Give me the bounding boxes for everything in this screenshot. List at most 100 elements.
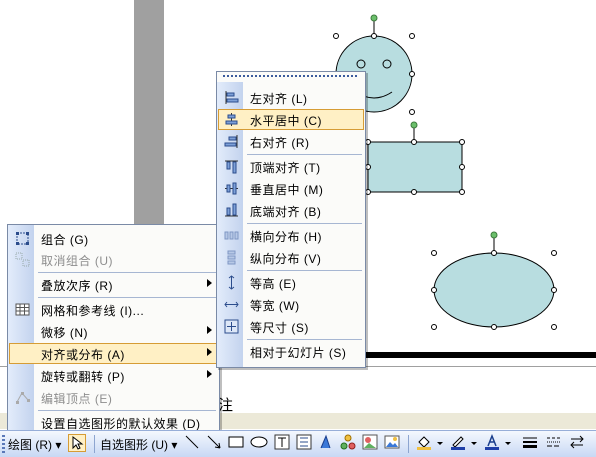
edit-points-icon: [15, 390, 30, 405]
menu-item-align-bottom[interactable]: 底端对齐 (B): [218, 200, 364, 221]
menu-item-nudge[interactable]: 微移 (N): [9, 321, 218, 342]
menu-item-label: 等宽 (W): [250, 299, 300, 313]
same-width-icon: [224, 297, 239, 312]
font-color-button[interactable]: [484, 433, 502, 452]
menu-item-distribute-horizontal[interactable]: 横向分布 (H): [218, 225, 364, 246]
wordart-button[interactable]: [318, 434, 336, 452]
fill-color-dropdown-icon[interactable]: [437, 442, 443, 445]
menu-item-label: 微移 (N): [41, 326, 88, 340]
menu-drag-grip[interactable]: [223, 75, 359, 77]
submenu-arrow-icon: [207, 279, 212, 287]
dash-style-icon: [547, 437, 561, 447]
draw-menu-button[interactable]: 绘图 (R) ▾: [8, 436, 61, 453]
wordart-icon: [320, 434, 331, 449]
diagram-button[interactable]: [340, 434, 358, 452]
select-objects-button[interactable]: [68, 434, 86, 452]
align-bottom-icon: [224, 203, 239, 218]
vertical-textbox-icon: [296, 434, 312, 450]
paint-bucket-icon: [417, 436, 431, 450]
menu-item-order[interactable]: 叠放次序 (R): [9, 274, 218, 295]
font-color-dropdown-icon[interactable]: [505, 442, 511, 445]
menu-item-label: 水平居中 (C): [250, 114, 322, 128]
menu-item-align-top[interactable]: 顶端对齐 (T): [218, 156, 364, 177]
line-style-icon: [523, 437, 537, 448]
menu-item-label: 顶端对齐 (T): [250, 161, 321, 175]
toolbar-separator: [94, 435, 95, 453]
menu-item-edit-points[interactable]: 编辑顶点 (E): [9, 387, 218, 408]
menu-item-same-width[interactable]: 等宽 (W): [218, 294, 364, 315]
menu-item-label: 底端对齐 (B): [250, 205, 322, 219]
arrow-tool-button[interactable]: [206, 434, 224, 452]
menu-item-label: 相对于幻灯片 (S): [250, 346, 347, 360]
pen-icon: [451, 436, 465, 450]
menu-item-align-middle[interactable]: 垂直居中 (M): [218, 178, 364, 199]
group-icon: [15, 231, 30, 246]
menu-item-label: 横向分布 (H): [250, 230, 322, 244]
menu-item-label: 取消组合 (U): [41, 254, 113, 268]
menu-item-rotate-flip[interactable]: 旋转或翻转 (P): [9, 365, 218, 386]
menu-item-align-center[interactable]: 水平居中 (C): [218, 109, 364, 130]
menu-item-same-height[interactable]: 等高 (E): [218, 272, 364, 293]
menu-item-distribute-vertical[interactable]: 纵向分布 (V): [218, 247, 364, 268]
menu-item-label: 叠放次序 (R): [41, 279, 113, 293]
grid-icon: [15, 302, 30, 317]
align-center-icon: [224, 112, 239, 127]
arrow-style-icon: [570, 435, 584, 449]
distribute-horizontal-icon: [224, 228, 239, 243]
vertical-textbox-button[interactable]: [296, 434, 314, 452]
menu-separator: [38, 297, 216, 298]
menu-item-label: 右对齐 (R): [250, 136, 310, 150]
picture-icon: [384, 435, 400, 449]
fill-color-button[interactable]: [416, 434, 434, 452]
align-top-icon: [224, 159, 239, 174]
insert-picture-button[interactable]: [384, 434, 402, 452]
line-color-button[interactable]: [450, 434, 468, 452]
submenu-arrow-icon: [207, 348, 212, 356]
menu-item-align-left[interactable]: 左对齐 (L): [218, 87, 364, 108]
same-height-icon: [224, 275, 239, 290]
arrow-icon: [207, 435, 221, 449]
arrow-style-button[interactable]: [570, 434, 588, 452]
menu-item-align-right[interactable]: 右对齐 (R): [218, 131, 364, 152]
line-icon: [185, 435, 199, 449]
menu-separator: [247, 223, 362, 224]
oval-icon: [250, 436, 268, 448]
cursor-arrow-icon: [72, 435, 84, 450]
draw-menu: 组合 (G) 取消组合 (U) 叠放次序 (R) 网格和参考线 (I)... 微…: [7, 224, 220, 436]
line-style-button[interactable]: [522, 434, 540, 452]
menu-item-label: 左对齐 (L): [250, 92, 308, 106]
menu-item-group[interactable]: 组合 (G): [9, 228, 218, 249]
clipart-icon: [362, 434, 378, 450]
textbox-tool-button[interactable]: [274, 434, 292, 452]
line-color-dropdown-icon[interactable]: [471, 442, 477, 445]
align-left-icon: [224, 90, 239, 105]
oval-tool-button[interactable]: [250, 434, 268, 452]
rectangle-tool-button[interactable]: [228, 434, 246, 452]
menu-item-label: 等尺寸 (S): [250, 321, 309, 335]
submenu-arrow-icon: [207, 326, 212, 334]
menu-separator: [38, 272, 216, 273]
menu-item-label: 垂直居中 (M): [250, 183, 324, 197]
autoshapes-menu-button[interactable]: 自选图形 (U) ▾: [100, 436, 177, 453]
line-tool-button[interactable]: [184, 434, 202, 452]
dash-style-button[interactable]: [546, 434, 564, 452]
menu-item-label: 组合 (G): [41, 233, 89, 247]
menu-item-label: 旋转或翻转 (P): [41, 370, 125, 384]
menu-separator: [247, 154, 362, 155]
clipart-button[interactable]: [362, 434, 380, 452]
menu-item-label: 等高 (E): [250, 277, 297, 291]
menu-separator: [247, 270, 362, 271]
rectangle-icon: [228, 436, 244, 448]
rectangle-shape[interactable]: [365, 121, 465, 195]
align-submenu: 左对齐 (L) 水平居中 (C) 右对齐 (R) 顶端对齐 (T) 垂直居中 (…: [216, 71, 366, 368]
toolbar-grip[interactable]: [2, 435, 5, 453]
menu-item-grid[interactable]: 网格和参考线 (I)...: [9, 299, 218, 320]
menu-item-label: 网格和参考线 (I)...: [41, 304, 145, 318]
ellipse-shape[interactable]: [431, 231, 557, 330]
menu-item-ungroup[interactable]: 取消组合 (U): [9, 249, 218, 270]
menu-item-label: 对齐或分布 (A): [41, 348, 125, 362]
menu-separator: [247, 339, 362, 340]
menu-item-same-size[interactable]: 等尺寸 (S): [218, 316, 364, 337]
menu-item-relative-to-slide[interactable]: 相对于幻灯片 (S): [218, 341, 364, 362]
menu-item-align-distribute[interactable]: 对齐或分布 (A): [9, 343, 218, 364]
